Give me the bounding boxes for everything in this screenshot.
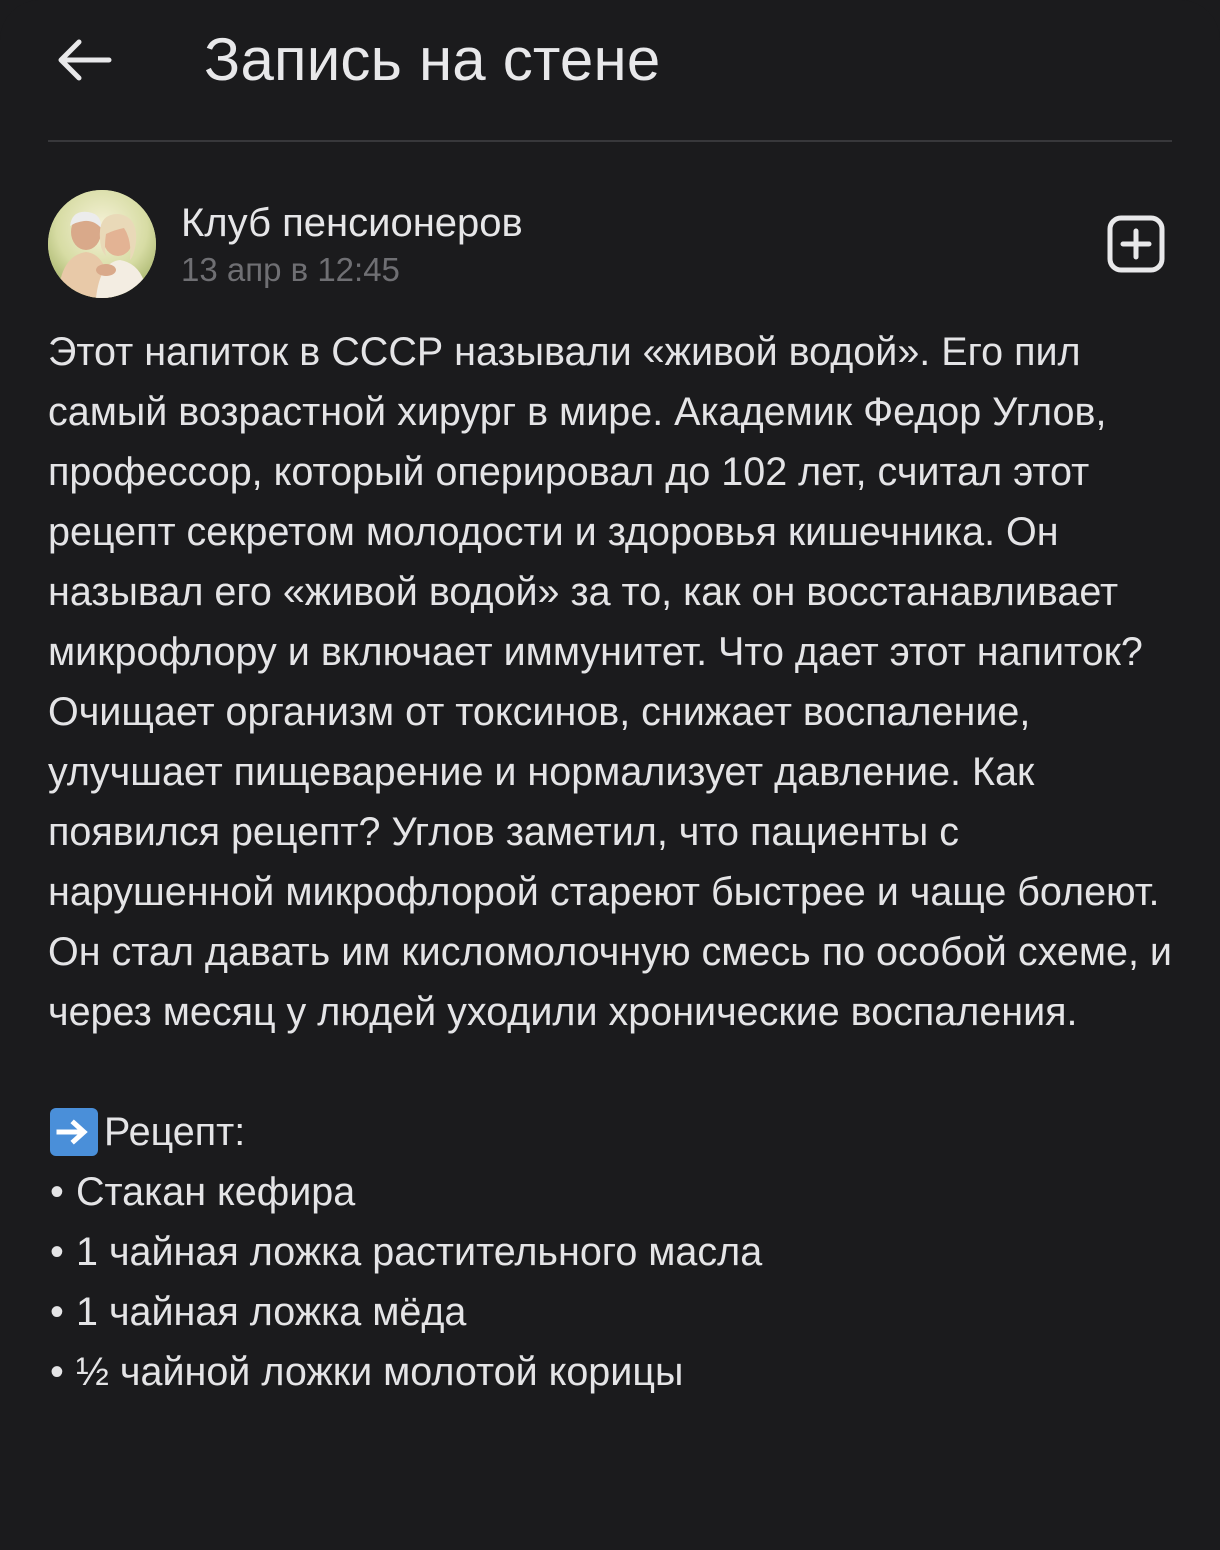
recipe-heading: Рецепт:	[48, 1102, 1178, 1162]
recipe-item: • ½ чайной ложки молотой корицы	[48, 1342, 1178, 1402]
recipe-item: • 1 чайная ложка растительного масла	[48, 1222, 1178, 1282]
bullet: •	[50, 1230, 64, 1274]
page-title: Запись на стене	[204, 26, 661, 93]
recipe-item-text: Стакан кефира	[76, 1170, 356, 1214]
recipe-item-text: 1 чайная ложка растительного масла	[76, 1230, 763, 1274]
post-body: Этот напиток в СССР называли «живой водо…	[48, 322, 1178, 1402]
arrow-left-icon	[58, 39, 112, 81]
header-divider	[48, 140, 1172, 142]
arrow-right-emoji-icon	[50, 1108, 98, 1156]
bullet: •	[50, 1290, 64, 1334]
group-avatar[interactable]	[48, 190, 156, 298]
add-button[interactable]	[1106, 214, 1166, 274]
recipe-item: • 1 чайная ложка мёда	[48, 1282, 1178, 1342]
plus-square-icon	[1107, 215, 1165, 273]
recipe-title: Рецепт:	[104, 1110, 246, 1154]
screen: Запись на стене Клуб пенсионеров 13 апр …	[0, 0, 1220, 1550]
recipe-item-text: ½ чайной ложки молотой корицы	[76, 1350, 684, 1394]
back-button[interactable]	[48, 28, 120, 92]
author-name[interactable]: Клуб пенсионеров	[181, 198, 523, 248]
bullet: •	[50, 1170, 64, 1214]
recipe-item-text: 1 чайная ложка мёда	[76, 1290, 467, 1334]
post-date: 13 апр в 12:45	[181, 251, 400, 288]
post-text: Этот напиток в СССР называли «живой водо…	[48, 330, 1172, 1034]
app-header: Запись на стене	[0, 0, 1220, 140]
recipe-list: • Стакан кефира • 1 чайная ложка раститель…	[48, 1162, 1178, 1402]
group-avatar-photo	[48, 190, 156, 298]
bullet: •	[50, 1350, 64, 1394]
recipe-item: • Стакан кефира	[48, 1162, 1178, 1222]
